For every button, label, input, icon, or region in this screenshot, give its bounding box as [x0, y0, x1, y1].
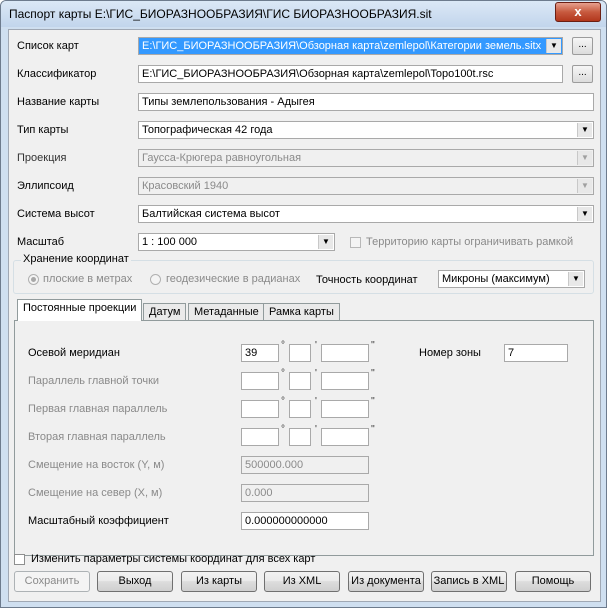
minute-symbol: ' — [315, 368, 317, 379]
main-point-parallel-seconds-field[interactable] — [321, 372, 369, 390]
apply-to-all-maps-checkbox[interactable] — [14, 554, 25, 565]
first-parallel-degrees-field[interactable] — [241, 400, 279, 418]
coordinate-accuracy-value: Микроны (максимум) — [442, 273, 550, 285]
main-point-parallel-label: Параллель главной точки — [28, 375, 160, 387]
chevron-down-icon[interactable]: ▼ — [577, 207, 592, 221]
map-list-combobox[interactable]: E:\ГИС_БИОРАЗНООБРАЗИЯ\Обзорная карта\ze… — [138, 37, 563, 55]
coordinate-accuracy-label: Точность координат — [316, 274, 418, 286]
second-symbol: '' — [371, 396, 375, 407]
map-type-combobox[interactable]: Топографическая 42 года ▼ — [138, 121, 594, 139]
false-easting-label: Смещение на восток (Y, м) — [28, 459, 165, 471]
main-point-parallel-degrees-field[interactable] — [241, 372, 279, 390]
second-symbol: '' — [371, 340, 375, 351]
help-button[interactable]: Помощь — [515, 571, 591, 592]
chevron-down-icon[interactable]: ▼ — [577, 123, 592, 137]
radio-plane-meters[interactable] — [28, 274, 39, 285]
map-type-label: Тип карты — [17, 124, 69, 136]
second-parallel-label: Вторая главная параллель — [28, 431, 166, 443]
chevron-down-icon: ▼ — [577, 179, 592, 193]
height-system-value: Балтийская система высот — [142, 208, 280, 220]
zone-number-label: Номер зоны — [419, 347, 481, 359]
minute-symbol: ' — [315, 424, 317, 435]
tab-datum[interactable]: Датум — [143, 303, 187, 321]
radio-geodetic-radians-label: геодезические в радианах — [166, 273, 301, 285]
zone-number-field[interactable]: 7 — [504, 344, 568, 362]
title-bar[interactable]: Паспорт карты E:\ГИС_БИОРАЗНООБРАЗИЯ\ГИС… — [1, 1, 606, 27]
dialog-body: Список карт E:\ГИС_БИОРАЗНООБРАЗИЯ\Обзор… — [8, 29, 601, 602]
central-meridian-minutes-field[interactable] — [289, 344, 311, 362]
classifier-browse-button[interactable]: ... — [572, 65, 593, 83]
apply-to-all-maps-label: Изменить параметры системы координат для… — [31, 553, 316, 565]
projection-label: Проекция — [17, 152, 67, 164]
coordinate-storage-legend: Хранение координат — [21, 253, 131, 265]
write-xml-button[interactable]: Запись в XML — [431, 571, 507, 592]
map-list-browse-button[interactable]: ... — [572, 37, 593, 55]
second-parallel-seconds-field[interactable] — [321, 428, 369, 446]
minute-symbol: ' — [315, 396, 317, 407]
save-button[interactable]: Сохранить — [14, 571, 90, 592]
degree-symbol: ° — [281, 396, 285, 407]
classifier-label: Классификатор — [17, 68, 97, 80]
scale-combobox[interactable]: 1 : 100 000 ▼ — [138, 233, 335, 251]
first-parallel-seconds-field[interactable] — [321, 400, 369, 418]
scale-factor-field[interactable]: 0.000000000000 — [241, 512, 369, 530]
radio-plane-meters-label: плоские в метрах — [43, 273, 133, 285]
chevron-down-icon[interactable]: ▼ — [546, 39, 561, 53]
from-document-button[interactable]: Из документа — [348, 571, 424, 592]
map-list-value: E:\ГИС_БИОРАЗНООБРАЗИЯ\Обзорная карта\ze… — [142, 40, 542, 52]
second-symbol: '' — [371, 424, 375, 435]
degree-symbol: ° — [281, 368, 285, 379]
scale-label: Масштаб — [17, 236, 65, 248]
map-passport-window: Паспорт карты E:\ГИС_БИОРАЗНООБРАЗИЯ\ГИС… — [0, 0, 607, 608]
ellipsoid-combobox: Красовский 1940 ▼ — [138, 177, 594, 195]
coordinate-accuracy-combobox[interactable]: Микроны (максимум) ▼ — [438, 270, 585, 288]
limit-by-frame-label: Территорию карты ограничивать рамкой — [366, 236, 574, 248]
degree-symbol: ° — [281, 340, 285, 351]
false-easting-field: 500000.000 — [241, 456, 369, 474]
classifier-field[interactable]: E:\ГИС_БИОРАЗНООБРАЗИЯ\Обзорная карта\ze… — [138, 65, 563, 83]
central-meridian-degrees-field[interactable]: 39 — [241, 344, 279, 362]
ellipsoid-label: Эллипсоид — [17, 180, 74, 192]
minute-symbol: ' — [315, 340, 317, 351]
main-point-parallel-minutes-field[interactable] — [289, 372, 311, 390]
tab-panel-permanent-projections: Осевой меридиан 39 ° ' '' Номер зоны 7 П… — [14, 320, 594, 556]
height-system-combobox[interactable]: Балтийская система высот ▼ — [138, 205, 594, 223]
chevron-down-icon[interactable]: ▼ — [318, 235, 333, 249]
first-parallel-minutes-field[interactable] — [289, 400, 311, 418]
limit-by-frame-checkbox[interactable] — [350, 237, 361, 248]
degree-symbol: ° — [281, 424, 285, 435]
second-parallel-minutes-field[interactable] — [289, 428, 311, 446]
exit-button[interactable]: Выход — [97, 571, 173, 592]
tab-permanent-projections[interactable]: Постоянные проекции — [17, 299, 143, 321]
projection-combobox: Гаусса-Крюгера равноугольная ▼ — [138, 149, 594, 167]
projection-value: Гаусса-Крюгера равноугольная — [142, 152, 302, 164]
window-title: Паспорт карты E:\ГИС_БИОРАЗНООБРАЗИЯ\ГИС… — [9, 7, 432, 21]
scale-value: 1 : 100 000 — [142, 236, 198, 248]
false-northing-field: 0.000 — [241, 484, 369, 502]
map-name-field[interactable]: Типы землепользования - Адыгея — [138, 93, 594, 111]
false-northing-label: Смещение на север (X, м) — [28, 487, 163, 499]
second-parallel-degrees-field[interactable] — [241, 428, 279, 446]
central-meridian-label: Осевой меридиан — [28, 347, 120, 359]
from-map-button[interactable]: Из карты — [181, 571, 257, 592]
map-name-label: Название карты — [17, 96, 100, 108]
central-meridian-seconds-field[interactable] — [321, 344, 369, 362]
first-parallel-label: Первая главная параллель — [28, 403, 168, 415]
tab-map-frame[interactable]: Рамка карты — [263, 303, 340, 321]
map-list-label: Список карт — [17, 40, 79, 52]
height-system-label: Система высот — [17, 208, 95, 220]
from-xml-button[interactable]: Из XML — [264, 571, 340, 592]
map-type-value: Топографическая 42 года — [142, 124, 273, 136]
ellipsoid-value: Красовский 1940 — [142, 180, 229, 192]
radio-geodetic-radians[interactable] — [150, 274, 161, 285]
tab-metadata[interactable]: Метаданные — [188, 303, 265, 321]
chevron-down-icon: ▼ — [577, 151, 592, 165]
scale-factor-label: Масштабный коэффициент — [28, 515, 169, 527]
second-symbol: '' — [371, 368, 375, 379]
chevron-down-icon[interactable]: ▼ — [568, 272, 583, 286]
close-button[interactable]: x — [555, 2, 601, 22]
